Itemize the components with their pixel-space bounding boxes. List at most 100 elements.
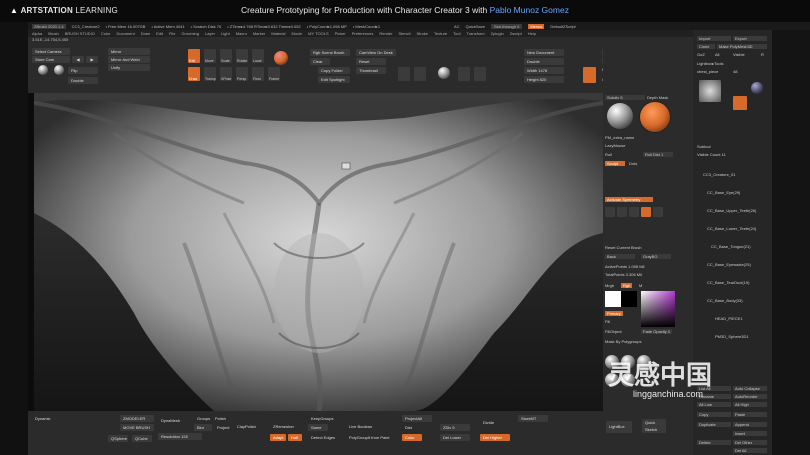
dynamesh-button[interactable]: DynaMesh — [158, 417, 186, 424]
menu-color[interactable]: Color — [101, 31, 111, 36]
material-sphere-icon[interactable] — [38, 65, 48, 75]
menu-help[interactable]: Help — [528, 31, 536, 36]
dynamic-button[interactable]: Dynamic — [32, 415, 60, 422]
export-button[interactable]: Export — [733, 36, 767, 41]
brush-slot-2[interactable] — [617, 207, 627, 217]
menu-transform[interactable]: Transform — [467, 31, 485, 36]
unify-button[interactable]: Unify — [108, 64, 150, 71]
subtool-item[interactable]: CC3_Creature_01 — [703, 172, 735, 177]
back-button[interactable]: Back — [605, 254, 635, 259]
thumbnail-button[interactable]: Thumbnail — [356, 67, 386, 74]
resolution-slider[interactable]: Resolution 128 — [158, 433, 202, 440]
claypolish-button[interactable]: ClayPolish — [234, 423, 262, 430]
default-zscript[interactable]: DefaultZScript — [550, 24, 575, 29]
brush-slot-1[interactable] — [605, 207, 615, 217]
insert-button[interactable]: Insert — [733, 431, 767, 436]
menus-toggle[interactable]: Menus — [528, 23, 545, 29]
quicksave-button[interactable]: QuickSave — [466, 24, 485, 29]
menu-grooming[interactable]: Grooming — [181, 31, 199, 36]
groups-toggle[interactable]: Groups — [194, 415, 212, 422]
reset-current-brush-button[interactable]: Reset Current Brush — [605, 245, 641, 250]
copy-folder-button[interactable]: Copy Folder — [318, 67, 350, 74]
clear-button[interactable]: Clear — [310, 58, 330, 65]
secondary-color-swatch[interactable] — [621, 291, 637, 307]
flip-button[interactable]: Flip — [68, 67, 98, 74]
visible-button[interactable]: Visible — [733, 52, 745, 57]
menu-material[interactable]: Material — [271, 31, 285, 36]
menu-alpha[interactable]: Alpha — [32, 31, 42, 36]
menu-file[interactable]: File — [169, 31, 175, 36]
fill-button[interactable]: Fill — [605, 319, 610, 324]
mirror-button[interactable]: Mirror — [108, 48, 150, 55]
color-picker[interactable] — [641, 291, 675, 327]
divide-button[interactable]: Divide — [480, 419, 508, 426]
menu-zscript[interactable]: Zscript — [510, 31, 522, 36]
tool-slot-4[interactable] — [474, 67, 486, 81]
menu-light[interactable]: Light — [221, 31, 230, 36]
menu-render[interactable]: Render — [379, 31, 392, 36]
activate-symmetry-button[interactable]: Activate Symmetry — [605, 197, 653, 202]
dist-slider[interactable]: Dist — [402, 424, 432, 431]
mrgb-toggle[interactable]: Mrgb — [605, 283, 614, 288]
half-toggle[interactable]: Half — [288, 434, 302, 441]
polygroupit-button[interactable]: PolyGroupIt from Paint — [346, 434, 398, 441]
material-preview-icon[interactable] — [438, 67, 450, 79]
width-field[interactable]: Width 1476 — [524, 67, 564, 74]
local-button[interactable]: Local — [252, 49, 264, 63]
sculpt-toggle[interactable]: Sculpt — [605, 161, 625, 166]
dots-toggle[interactable]: Dots — [629, 161, 637, 166]
tool-thumb-sphere[interactable] — [751, 82, 763, 94]
move-brush-button[interactable]: MOVE BRUSH — [120, 424, 154, 431]
live-boolean-button[interactable]: Live Boolean — [346, 423, 378, 430]
matcap-preview-icon[interactable] — [607, 103, 633, 129]
height-field[interactable]: Height 820 — [524, 76, 564, 83]
right-tray-scrollbar[interactable] — [772, 30, 810, 455]
copy-button[interactable]: Copy — [697, 412, 731, 417]
lightbox-button[interactable]: LightBox — [606, 421, 632, 433]
menu-movie[interactable]: Movie — [292, 31, 303, 36]
auto-reorder-button[interactable]: AutoReorder — [733, 394, 767, 399]
store-mt-button[interactable]: StoreMT — [518, 415, 548, 422]
all-button[interactable]: All — [715, 52, 719, 57]
project-all-button[interactable]: ProjectAll — [402, 415, 432, 422]
delete-button[interactable]: Delete — [697, 440, 731, 445]
menu-my-tools[interactable]: MY TOOLS — [308, 31, 328, 36]
double-doc-button[interactable]: Double — [524, 58, 564, 65]
paste-button[interactable]: Paste — [733, 412, 767, 417]
color-toggle[interactable]: Color — [402, 434, 422, 441]
adapt-toggle[interactable]: Adapt — [270, 434, 286, 441]
menu-document[interactable]: Document — [116, 31, 134, 36]
prev-cam-button[interactable]: ◀ — [72, 56, 84, 63]
del-higher-button[interactable]: Del Higher — [480, 434, 510, 441]
transp-button[interactable]: Transp — [204, 67, 216, 81]
menu-brush-studio[interactable]: BRUSH STUDIO — [65, 31, 95, 36]
active-material-icon[interactable] — [639, 101, 671, 133]
subtool-item[interactable]: CC_Base_Tongue(21) — [711, 244, 751, 249]
menu-tool[interactable]: Tool — [453, 31, 460, 36]
lazymouse-toggle[interactable]: LazyMouse — [605, 143, 625, 148]
qsphere-button[interactable]: QSphere — [108, 435, 128, 442]
double-button[interactable]: Double — [68, 77, 98, 84]
zremesher-button[interactable]: ZRemesher — [270, 423, 304, 430]
brush-slot-4[interactable] — [641, 207, 651, 217]
move-mode-button[interactable]: Move — [204, 49, 216, 63]
auto-collapse-button[interactable]: Auto Collapse — [733, 386, 767, 391]
r-button[interactable]: R — [761, 52, 764, 57]
menu-preferences[interactable]: Preferences — [352, 31, 374, 36]
clone-button[interactable]: Clone — [697, 44, 715, 49]
import-button[interactable]: Import — [697, 36, 731, 41]
tool-slot-3[interactable] — [458, 67, 470, 81]
menu-draw[interactable]: Draw — [141, 31, 150, 36]
append-button[interactable]: Append — [733, 422, 767, 427]
subtool-item[interactable]: CC_Base_Upper_Teeth(26) — [707, 208, 756, 213]
lightbox-tools-button[interactable]: Lightbox▸Tools — [697, 61, 723, 66]
floor-button[interactable]: Floor — [252, 67, 264, 81]
menu-stroke[interactable]: Stroke — [416, 31, 428, 36]
tool-slot-2[interactable] — [414, 67, 426, 81]
ac-button[interactable]: AC — [454, 24, 460, 29]
polish-toggle[interactable]: Polish — [212, 415, 230, 422]
new-document-button[interactable]: New Document — [524, 49, 564, 56]
draw-mode-button[interactable]: Draw — [188, 67, 200, 81]
frame-button[interactable]: Frame — [268, 67, 280, 81]
keepgroups-toggle[interactable]: KeepGroups — [308, 415, 338, 422]
